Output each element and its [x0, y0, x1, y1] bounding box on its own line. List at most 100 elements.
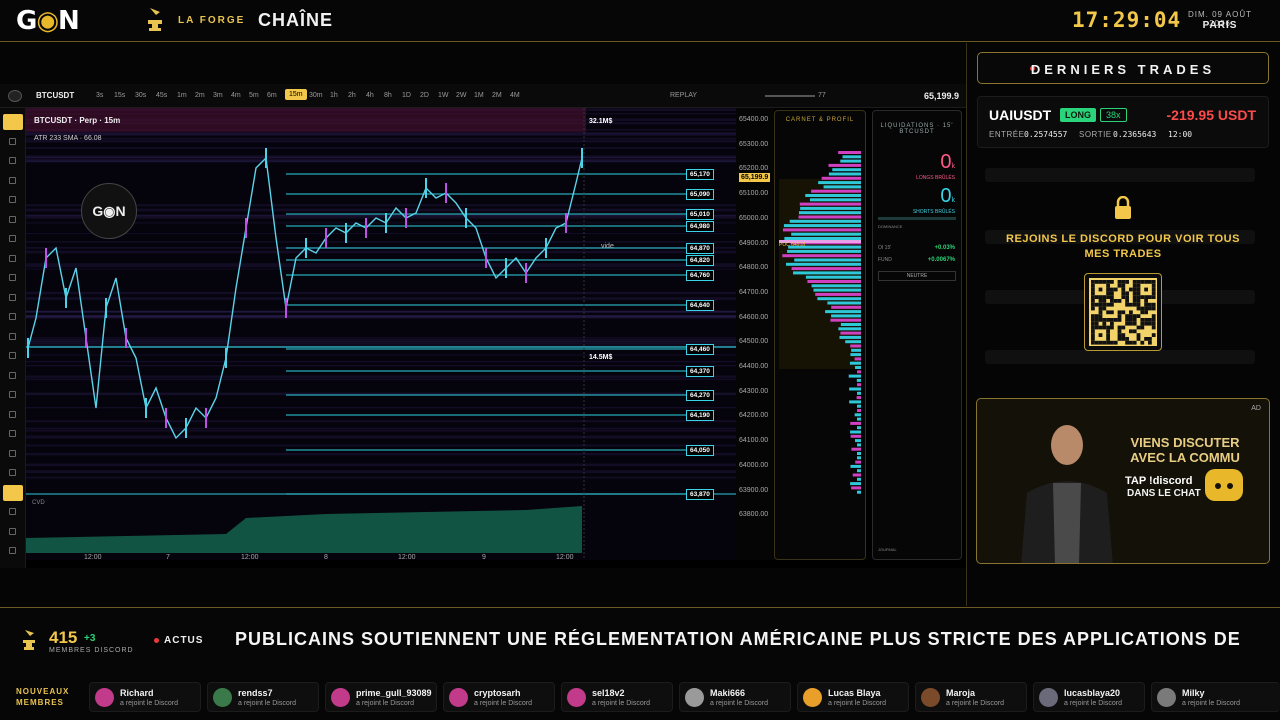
profile-bar: [799, 211, 861, 214]
timeframe-1h[interactable]: 1h: [330, 92, 338, 99]
drawing-tool-icon[interactable]: [9, 177, 16, 184]
timeframe-6m[interactable]: 6m: [267, 92, 277, 99]
drawing-tool-icon[interactable]: [9, 411, 16, 418]
replay-button[interactable]: REPLAY: [670, 92, 697, 99]
streamer-photo: [1007, 413, 1127, 564]
symbol-select[interactable]: BTCUSDT: [36, 91, 74, 100]
profile-bar: [849, 388, 861, 391]
qr-module: [1133, 284, 1137, 288]
price-axis[interactable]: 65,199.9 65400.00 65300.00 65200.00 65100.0…: [736, 108, 774, 560]
drawing-tool-icon[interactable]: [9, 196, 16, 203]
drawing-tool-icon[interactable]: [9, 157, 16, 164]
drawing-tool-icon[interactable]: [9, 255, 16, 262]
qr-module: [1114, 299, 1118, 303]
time-axis[interactable]: 12:00 7 12:00 8 12:00 9 12:00: [26, 552, 736, 566]
timeframe-4M[interactable]: 4M: [510, 92, 520, 99]
drawing-tool-icon[interactable]: [9, 547, 16, 554]
drawing-tool-icon[interactable]: [9, 430, 16, 437]
qr-module: [1095, 322, 1099, 326]
price-plot-svg: [26, 108, 736, 560]
discord-qr-code[interactable]: [1084, 273, 1162, 351]
ad-banner[interactable]: AD VIENS DISCUTER AVEC LA COMMU TAP !dis…: [976, 398, 1270, 564]
price-tick: 65300.00: [739, 141, 768, 148]
timeframe-15m[interactable]: 15m: [285, 89, 307, 100]
profile-bar: [831, 314, 861, 317]
drawing-tool-icon[interactable]: [9, 294, 16, 301]
timeframe-3m[interactable]: 3m: [213, 92, 223, 99]
timeframe-2h[interactable]: 2h: [348, 92, 356, 99]
qr-module: [1099, 299, 1103, 303]
ad-headline: VIENS DISCUTER AVEC LA COMMU: [1123, 435, 1247, 465]
member-name: prime_gull_93089: [356, 688, 432, 698]
timeframe-45s[interactable]: 45s: [156, 92, 167, 99]
timeframe-15s[interactable]: 15s: [114, 92, 125, 99]
qr-module: [1140, 307, 1144, 311]
drawing-tool-icon[interactable]: [9, 235, 16, 242]
drawing-tool-icon[interactable]: [9, 216, 16, 223]
timeframe-1M[interactable]: 1M: [474, 92, 484, 99]
qr-module: [1106, 326, 1110, 330]
drawing-tool-icon[interactable]: [3, 485, 23, 501]
qr-module: [1095, 326, 1099, 330]
timeframe-30m[interactable]: 30m: [309, 92, 323, 99]
drawing-tool-icon[interactable]: [9, 391, 16, 398]
drawing-tool-icon[interactable]: [9, 313, 16, 320]
price-plot[interactable]: BTCUSDT · Perp · 15m ATR 233 SMA · 66.08…: [26, 108, 736, 560]
drawing-tool-icon[interactable]: [9, 333, 16, 340]
longs-label: LONGS BRÛLÉS: [916, 175, 955, 181]
timeframe-1D[interactable]: 1D: [402, 92, 411, 99]
zoom-slider[interactable]: [765, 95, 815, 97]
member-name: Maroja: [946, 688, 975, 698]
timeframe-8h[interactable]: 8h: [384, 92, 392, 99]
sentiment-badge: NEUTRE: [878, 271, 956, 281]
drawing-tool-icon[interactable]: [9, 508, 16, 515]
timeframe-2M[interactable]: 2M: [492, 92, 502, 99]
drawing-tool-icon[interactable]: [9, 469, 16, 476]
profile-bar: [830, 319, 861, 322]
drawing-toolbar: [0, 108, 26, 568]
timeframe-1m[interactable]: 1m: [177, 92, 187, 99]
timeframe-3s[interactable]: 3s: [96, 92, 103, 99]
timeframe-2m[interactable]: 2m: [195, 92, 205, 99]
time-tick: 12:00: [84, 554, 102, 561]
exit-value: 0.2365643: [1113, 130, 1156, 139]
timeframe-4m[interactable]: 4m: [231, 92, 241, 99]
profile-bar: [840, 332, 861, 335]
last-price-tag: 65,199.9: [739, 173, 770, 182]
qr-module: [1102, 341, 1106, 345]
qr-module: [1091, 341, 1095, 345]
anvil-icon: [144, 6, 166, 34]
timeframe-4h[interactable]: 4h: [366, 92, 374, 99]
price-tick: 64100.00: [739, 437, 768, 444]
qr-module: [1106, 310, 1110, 314]
drawing-tool-icon[interactable]: [9, 274, 16, 281]
qr-module: [1152, 291, 1156, 295]
heatmap-band: [26, 470, 736, 473]
qr-module: [1110, 299, 1114, 303]
last-price: 65,199.9: [924, 91, 959, 101]
new-member-card: Maki666 a rejoint le Discord: [679, 682, 791, 712]
oi-label: OI 15': [878, 245, 891, 251]
members-label: MEMBRES DISCORD: [49, 647, 134, 654]
profile-bar: [790, 220, 861, 223]
timeframe-2D[interactable]: 2D: [420, 92, 429, 99]
drawing-tool-icon[interactable]: [9, 528, 16, 535]
profile-bar: [857, 491, 861, 494]
drawing-tool-icon[interactable]: [9, 352, 16, 359]
shorts-label: SHORTS BRÛLÉS: [913, 209, 955, 215]
drawing-tool-icon[interactable]: [9, 450, 16, 457]
qr-module: [1152, 326, 1156, 330]
drawing-tool-icon[interactable]: [9, 372, 16, 379]
timeframe-5m[interactable]: 5m: [249, 92, 259, 99]
price-tick: 64900.00: [739, 240, 768, 247]
heatmap-band: [26, 420, 736, 422]
timeframe-2W[interactable]: 2W: [456, 92, 467, 99]
timeframe-1W[interactable]: 1W: [438, 92, 449, 99]
time-tick: 9: [482, 554, 486, 561]
drawing-tool-icon[interactable]: [3, 114, 23, 130]
timeframe-30s[interactable]: 30s: [135, 92, 146, 99]
qr-module: [1102, 303, 1106, 307]
drawing-tool-icon[interactable]: [9, 138, 16, 145]
qr-module: [1099, 310, 1103, 314]
price-tick: 63800.00: [739, 511, 768, 518]
